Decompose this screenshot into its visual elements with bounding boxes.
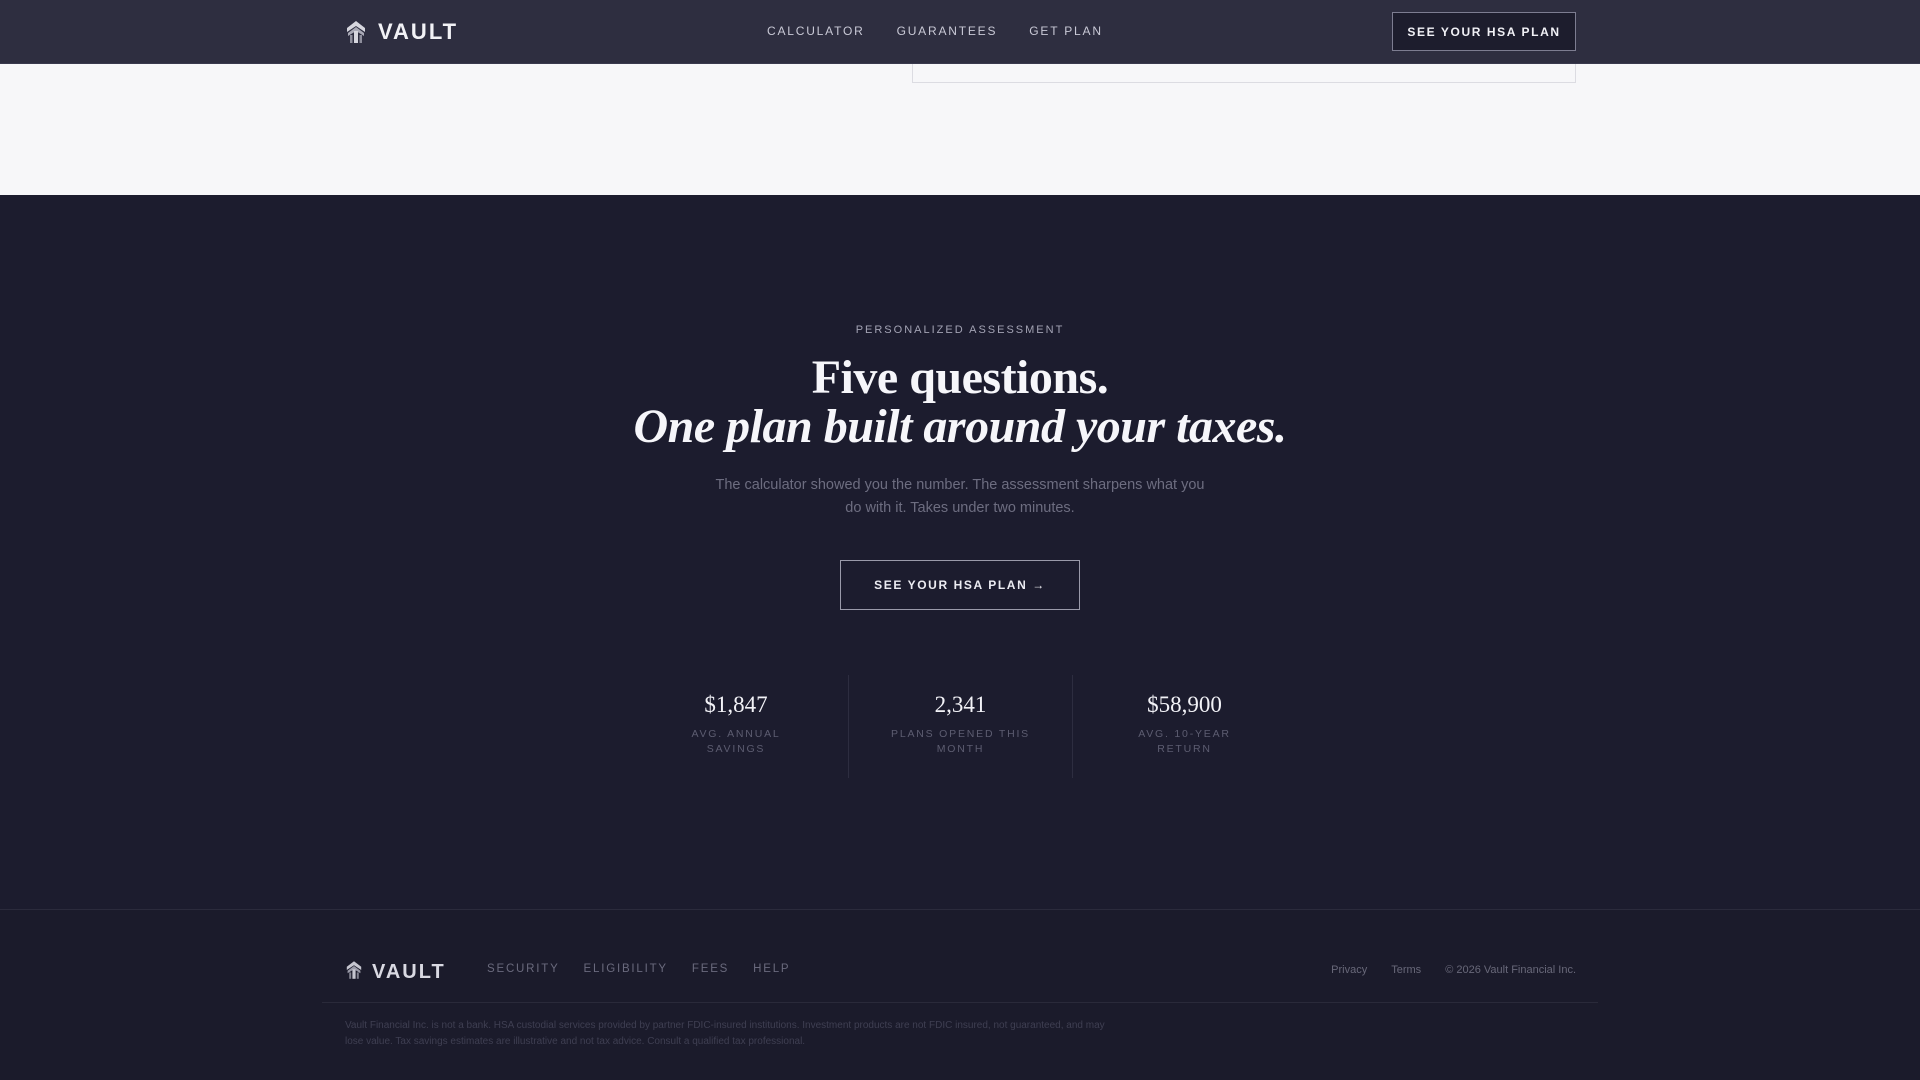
stat-value: $1,847 (704, 692, 768, 717)
terms-link[interactable]: Terms (1391, 964, 1421, 976)
stat-ten-year-return: $58,900 AVG. 10-YEAR RETURN (1072, 675, 1296, 778)
card-bottom-edge (912, 64, 1576, 83)
vault-logo-icon (346, 960, 362, 985)
stat-value: 2,341 (934, 692, 987, 717)
section-subtext: The calculator showed you the number. Th… (715, 477, 1205, 516)
brand[interactable]: VAULT (346, 16, 458, 48)
top-nav: VAULT CALCULATOR GUARANTEES GET PLAN SEE… (0, 0, 1920, 64)
stat-label: PLANS OPENED THIS MONTH (891, 728, 1030, 755)
nav-link-get-plan[interactable]: GET PLAN (1029, 24, 1103, 38)
stat-label: AVG. ANNUAL SAVINGS (691, 728, 781, 755)
previous-section-bottom (0, 64, 1920, 195)
privacy-link[interactable]: Privacy (1331, 964, 1367, 976)
nav-link-guarantees[interactable]: GUARANTEES (897, 24, 998, 38)
copyright: © 2026 Vault Financial Inc. (1445, 964, 1576, 976)
footer-links: SECURITY ELIGIBILITY FEES HELP (487, 963, 790, 975)
stat-annual-savings: $1,847 AVG. ANNUAL SAVINGS (624, 675, 848, 778)
assessment-section: PERSONALIZED ASSESSMENT Five questions. … (0, 195, 1920, 909)
footer-link-eligibility[interactable]: ELIGIBILITY (584, 963, 668, 975)
section-eyebrow: PERSONALIZED ASSESSMENT (855, 324, 1065, 336)
stat-label: AVG. 10-YEAR RETURN (1138, 728, 1231, 755)
footer-brand[interactable]: VAULT (346, 950, 446, 994)
headline-line-1: Five questions. (811, 351, 1109, 404)
footer-link-help[interactable]: HELP (753, 963, 790, 975)
brand-name: VAULT (378, 19, 459, 44)
stat-value: $58,900 (1147, 692, 1222, 717)
footer-link-fees[interactable]: FEES (692, 963, 729, 975)
footer-disclaimer: Vault Financial Inc. is not a bank. HSA … (345, 1020, 1105, 1047)
section-headline: Five questions. One plan built around yo… (0, 353, 1920, 451)
stat-plans-opened: 2,341 PLANS OPENED THIS MONTH (848, 675, 1072, 778)
nav-hsa-plan-button[interactable]: SEE YOUR HSA PLAN (1392, 12, 1576, 51)
footer-brand-name: VAULT (372, 960, 446, 983)
nav-link-calculator[interactable]: CALCULATOR (767, 24, 865, 38)
footer-link-security[interactable]: SECURITY (487, 963, 560, 975)
stats-row: $1,847 AVG. ANNUAL SAVINGS 2,341 PLANS O… (624, 675, 1296, 778)
site-footer: VAULT SECURITY ELIGIBILITY FEES HELP Pri… (0, 909, 1920, 1080)
nav-links: CALCULATOR GUARANTEES GET PLAN (767, 0, 1103, 62)
vault-logo-icon (346, 20, 366, 44)
hero-hsa-plan-button[interactable]: SEE YOUR HSA PLAN → (840, 560, 1080, 610)
footer-divider (322, 1002, 1598, 1003)
headline-line-2: One plan built around your taxes. (633, 400, 1287, 453)
footer-legal: Privacy Terms © 2026 Vault Financial Inc… (1331, 964, 1576, 976)
